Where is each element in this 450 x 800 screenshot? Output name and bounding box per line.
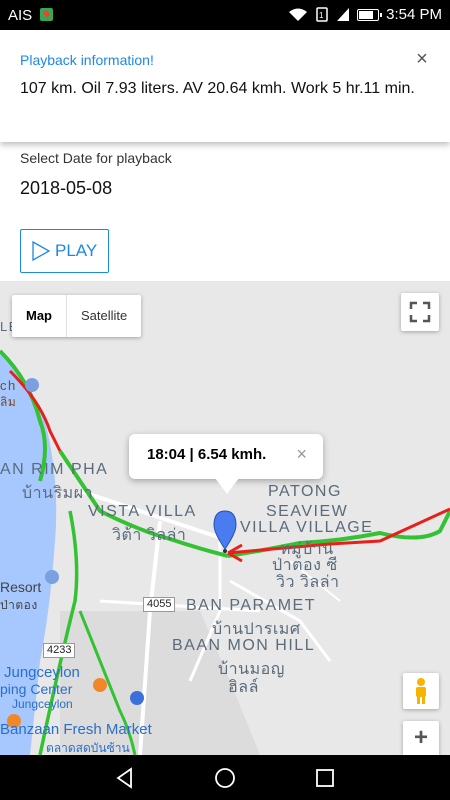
fullscreen-icon [409, 301, 431, 323]
map-type-map-button[interactable]: Map [12, 295, 67, 337]
map-type-control: Map Satellite [12, 295, 142, 337]
svg-text:1: 1 [319, 11, 324, 20]
road-shield-4233: 4233 [43, 643, 76, 658]
poi-jungceylon-1: Jungceylon [4, 664, 80, 681]
navigation-bar [0, 755, 450, 800]
map-label-ban-paramet: BAN PARAMET [186, 597, 316, 614]
close-icon[interactable]: × [412, 49, 432, 69]
poi-banzaan-thai: ตลาดสดบันซ้าน [46, 741, 130, 755]
map-label-patong: PATONG [268, 483, 342, 500]
signal-icon [337, 8, 350, 21]
street-view-button[interactable] [403, 673, 439, 709]
map-view[interactable]: LE ch ลิม AN RIM PHA บ้านริมผา VISTA VIL… [0, 281, 450, 755]
play-icon [32, 240, 51, 262]
map-label-ch: ch [0, 378, 17, 393]
recents-icon[interactable] [314, 767, 336, 789]
play-button-label: PLAY [55, 241, 98, 260]
map-label-thai-left: ลิม [0, 395, 17, 409]
map-label-ban-rim-pha: AN RIM PHA [0, 461, 109, 478]
pegman-icon [416, 678, 426, 704]
date-label: Select Date for playback [20, 150, 172, 166]
map-label-resort: Resort [0, 579, 42, 595]
playback-info-title: Playback information! [20, 52, 154, 68]
map-label-baan-mon-hill: BAAN MON HILL [172, 637, 316, 654]
date-value[interactable]: 2018-05-08 [20, 178, 112, 199]
poi-banzaan: Banzaan Fresh Market [0, 721, 152, 738]
play-button[interactable]: PLAY [20, 229, 109, 273]
battery-icon [357, 8, 383, 21]
map-label-patong-thai-3: วิว วิลล่า [276, 574, 340, 591]
wifi-icon [289, 8, 308, 21]
info-window-close-icon[interactable]: × [296, 444, 307, 465]
map-label-vista-villa: VISTA VILLA [88, 503, 197, 520]
poi-jungceylon-2: ping Center [0, 681, 73, 697]
map-label-resort-thai: ป่าตอง [0, 598, 38, 612]
carrier-label: AIS [8, 7, 33, 24]
playback-info-text: 107 km. Oil 7.93 liters. AV 20.64 kmh. W… [20, 80, 415, 97]
playback-info-card: Playback information! 107 km. Oil 7.93 l… [0, 30, 450, 142]
zoom-in-button[interactable]: + [403, 721, 439, 755]
info-window-text: 18:04 | 6.54 kmh. [147, 446, 267, 463]
home-icon[interactable] [214, 767, 236, 789]
maps-notification-icon [40, 8, 53, 21]
map-label-ban-rim-pha-thai: บ้านริมผา [22, 485, 94, 502]
sim-icon: 1 [316, 7, 328, 22]
status-bar: AIS 1 3:54 PM [0, 0, 450, 30]
poi-jungceylon-3: Jungceylon [12, 697, 73, 711]
clock-label: 3:54 PM [386, 6, 442, 23]
map-label-vista-villa-thai: วิต้า วิลล่า [112, 527, 187, 544]
back-icon[interactable] [114, 767, 136, 789]
fullscreen-button[interactable] [401, 293, 439, 331]
road-shield-4055: 4055 [143, 597, 176, 612]
map-type-satellite-button[interactable]: Satellite [67, 295, 141, 337]
map-label-baan-mon-hill-thai-2: ฮิลล์ [228, 679, 259, 696]
map-label-villa-village: VILLA VILLAGE [240, 519, 374, 536]
info-window: 18:04 | 6.54 kmh. × [129, 434, 323, 494]
